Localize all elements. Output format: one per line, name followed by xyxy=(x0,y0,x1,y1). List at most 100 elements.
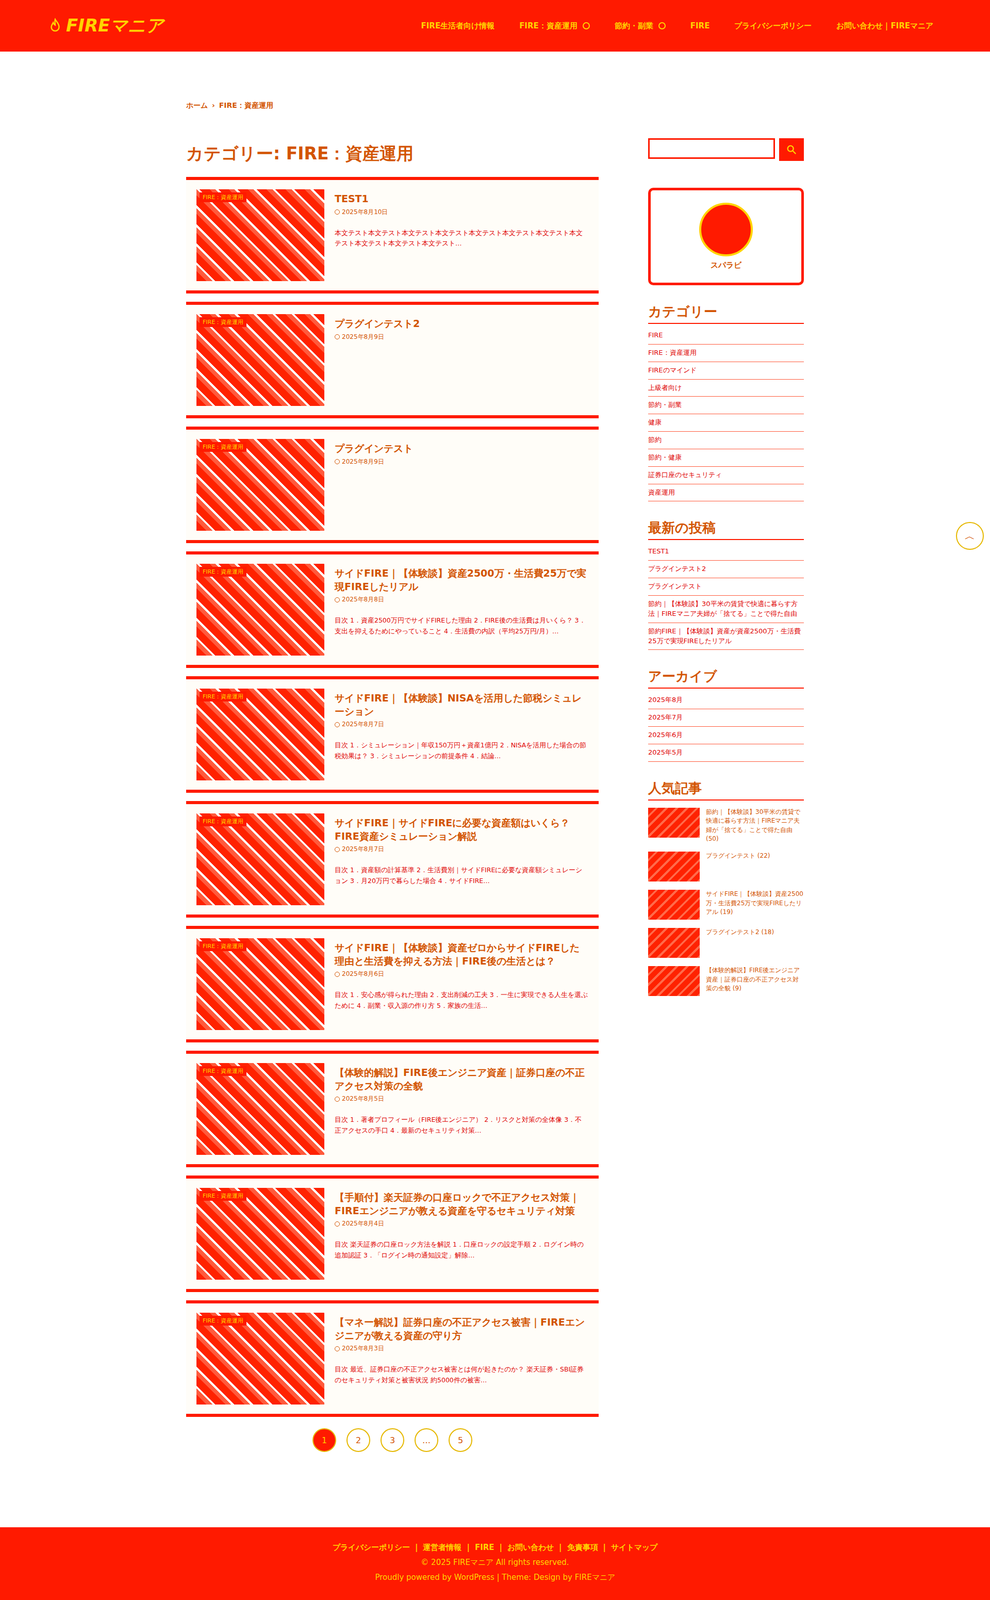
footer-link[interactable]: サイトマップ xyxy=(611,1542,658,1553)
post-thumbnail[interactable]: FIRE：資産運用 xyxy=(196,563,325,656)
page-link[interactable]: … xyxy=(414,1427,439,1452)
category-link[interactable]: 節約・健康 xyxy=(648,449,804,467)
main-nav: FIRE生活者向け情報 FIRE：資産運用 節約・副業 FIRE プライバシーポリシー お… xyxy=(421,21,934,31)
post-card[interactable]: FIRE：資産運用TEST12025年8月10日本文テスト本文テスト本文テスト本… xyxy=(186,176,599,294)
magnifier-icon xyxy=(785,143,798,156)
footer-link[interactable]: プライバシーポリシー xyxy=(332,1542,410,1553)
archive-link[interactable]: 2025年6月 xyxy=(648,726,804,745)
footer-link[interactable]: FIRE xyxy=(474,1542,495,1553)
post-card[interactable]: FIRE：資産運用 【体験的解説】FIRE後エンジニア資産｜証券口座の不正アクセス… xyxy=(186,1050,599,1167)
content: ホーム›FIRE：資産運用カテゴリー: FIRE：資産運用FIRE：資産運用TE… xyxy=(186,51,804,1527)
recent-post-link[interactable]: プラグインテスト xyxy=(648,578,804,596)
page-link[interactable]: 5 xyxy=(448,1427,473,1452)
nav-item[interactable]: プライバシーポリシー xyxy=(734,21,812,31)
category-link[interactable]: 節約 xyxy=(648,431,804,450)
post-thumbnail[interactable]: FIRE：資産運用 xyxy=(196,813,325,905)
footer-link[interactable]: お問い合わせ xyxy=(507,1542,554,1553)
breadcrumb-item[interactable]: ホーム xyxy=(186,101,208,111)
popular-thumbnail xyxy=(648,965,700,996)
page: FIREマニアFIRE生活者向け情報FIRE：資産運用節約・副業FIREプライバ… xyxy=(0,0,990,1600)
post-title[interactable]: プラグインテスト2 xyxy=(334,317,589,331)
post-title[interactable]: プラグインテスト xyxy=(334,441,589,456)
category-link[interactable]: 節約・副業 xyxy=(648,396,804,415)
widget-title: カテゴリー xyxy=(648,302,804,324)
category-badge: FIRE：資産運用 xyxy=(199,1315,247,1326)
search-button[interactable] xyxy=(779,138,804,161)
recent-post-link[interactable]: TEST1 xyxy=(648,542,804,561)
popular-post[interactable]: プラグインテスト (22) xyxy=(648,847,804,886)
popular-post[interactable]: プラグインテスト2 (18) xyxy=(648,923,804,962)
post-thumbnail[interactable]: FIRE：資産運用 xyxy=(196,314,325,406)
recent-post-link[interactable]: プラグインテスト2 xyxy=(648,560,804,579)
category-link[interactable]: 資産運用 xyxy=(648,484,804,502)
nav-item[interactable]: FIRE：資産運用 xyxy=(519,21,590,31)
post-card[interactable]: FIRE：資産運用サイドFIRE｜【体験談】資産2500万・生活費25万で実現F… xyxy=(186,551,599,668)
clock-icon xyxy=(334,1221,340,1227)
post-card[interactable]: FIRE：資産運用プラグインテスト22025年8月9日 xyxy=(186,301,599,419)
page-link[interactable]: 2 xyxy=(346,1427,371,1452)
page-link[interactable]: 3 xyxy=(380,1427,405,1452)
nav-item[interactable]: FIRE生活者向け情報 xyxy=(421,21,495,31)
post-thumbnail[interactable]: FIRE：資産運用 xyxy=(196,438,325,531)
archive-link[interactable]: 2025年8月 xyxy=(648,691,804,709)
post-thumbnail[interactable]: FIRE：資産運用 xyxy=(196,937,325,1030)
post-excerpt: 目次 1．シミュレーション｜年収150万円＋資産1億円 2．NISAを活用した場… xyxy=(334,739,589,762)
popular-post[interactable]: 節約｜【体験談】30平米の賃貸で快適に暮らす方法｜FIREマニア夫婦が「捨てる」… xyxy=(648,803,804,848)
post-thumbnail[interactable]: FIRE：資産運用 xyxy=(196,1062,325,1155)
footer-link[interactable]: 免責事項 xyxy=(567,1542,599,1553)
archive-link[interactable]: 2025年5月 xyxy=(648,744,804,762)
profile-card: スパラビ xyxy=(648,187,804,286)
popular-thumbnail xyxy=(648,807,700,838)
nav-item[interactable]: FIRE xyxy=(690,21,711,31)
post-thumbnail[interactable]: FIRE：資産運用 xyxy=(196,189,325,282)
post-excerpt: 目次 1．安心感が得られた理由 2．支出削減の工夫 3．一生に実現できる人生を選… xyxy=(334,989,589,1011)
recent-post-link[interactable]: 節約FIRE｜【体験談】資産が資産2500万・生活費25万で実現FIREしたリア… xyxy=(648,622,804,651)
search-input[interactable] xyxy=(648,138,775,159)
category-badge: FIRE：資産運用 xyxy=(199,1190,247,1201)
post-card[interactable]: FIRE：資産運用サイドFIRE｜【体験談】NISAを活用した節税シミュレーショ… xyxy=(186,675,599,793)
pagination: 123 … 5 xyxy=(186,1427,599,1452)
post-date: 2025年8月3日 xyxy=(334,1343,589,1353)
category-link[interactable]: FIRE xyxy=(648,326,804,345)
site-logo[interactable]: FIREマニア xyxy=(47,13,164,38)
post-thumbnail[interactable]: FIRE：資産運用 xyxy=(196,1187,325,1280)
recent-post-link[interactable]: 節約｜【体験談】30平米の賃貸で快適に暮らす方法｜FIREマニア夫婦が「捨てる」… xyxy=(648,595,804,623)
category-badge: FIRE：資産運用 xyxy=(199,441,247,452)
post-thumbnail[interactable]: FIRE：資産運用 xyxy=(196,1312,325,1405)
post-title[interactable]: サイドFIRE｜サイドFIREに必要な資産額はいくら？FIRE資産シミュレーショ… xyxy=(334,816,589,843)
category-badge: FIRE：資産運用 xyxy=(199,1065,247,1076)
post-card[interactable]: FIRE：資産運用サイドFIRE｜サイドFIREに必要な資産額はいくら？FIRE… xyxy=(186,800,599,918)
post-thumbnail[interactable]: FIRE：資産運用 xyxy=(196,688,325,781)
clock-icon xyxy=(334,1345,340,1351)
post-card[interactable]: FIRE：資産運用 【マネー解説】証券口座の不正アクセス被害｜FIREエンジニアが… xyxy=(186,1299,599,1417)
post-title[interactable]: サイドFIRE｜【体験談】NISAを活用した節税シミュレーション xyxy=(334,691,589,718)
category-link[interactable]: FIRE：資産運用 xyxy=(648,344,804,362)
popular-posts-widget: 人気記事節約｜【体験談】30平米の賃貸で快適に暮らす方法｜FIREマニア夫婦が「… xyxy=(648,779,804,1001)
nav-item[interactable]: 節約・副業 xyxy=(614,21,666,31)
popular-post[interactable]: 【体験的解説】FIRE後エンジニア資産｜証券口座の不正アクセス対策の全貌 (9) xyxy=(648,961,804,1000)
footer-link[interactable]: 運営者情報 xyxy=(422,1542,462,1553)
post-card[interactable]: FIRE：資産運用 【手順付】楽天証券の口座ロックで不正アクセス対策｜FIREエン… xyxy=(186,1175,599,1292)
post-card[interactable]: FIRE：資産運用プラグインテスト2025年8月9日 xyxy=(186,426,599,543)
category-link[interactable]: 上級者向け xyxy=(648,379,804,398)
page-link[interactable]: 1 xyxy=(312,1427,337,1452)
back-to-top-button[interactable]: ︿ xyxy=(955,521,984,550)
post-date: 2025年8月5日 xyxy=(334,1094,589,1103)
post-card[interactable]: FIRE：資産運用サイドFIRE｜【体験談】資産ゼロからサイドFIREした理由と… xyxy=(186,925,599,1043)
popular-post[interactable]: サイドFIRE｜【体験談】資産2500万・生活費25万で実現FIREしたリアル … xyxy=(648,885,804,924)
chevron-down-icon xyxy=(658,22,666,30)
post-title[interactable]: サイドFIRE｜【体験談】資産2500万・生活費25万で実現FIREしたリアル xyxy=(334,566,589,593)
category-link[interactable]: FIREのマインド xyxy=(648,361,804,380)
category-link[interactable]: 健康 xyxy=(648,414,804,432)
post-title[interactable]: サイドFIRE｜【体験談】資産ゼロからサイドFIREした理由と生活費を抑える方法… xyxy=(334,941,589,968)
post-title[interactable]: TEST1 xyxy=(334,192,589,206)
category-link[interactable]: 証券口座のセキュリティ xyxy=(648,466,804,485)
post-excerpt: 目次 1．資産2500万円でサイドFIREした理由 2．FIRE後の生活費は月い… xyxy=(334,615,589,637)
clock-icon xyxy=(334,721,340,728)
post-title[interactable]: 【手順付】楽天証券の口座ロックで不正アクセス対策｜FIREエンジニアが教える資産… xyxy=(334,1190,589,1217)
clock-icon xyxy=(334,597,340,603)
nav-item[interactable]: お問い合わせ｜FIREマニア xyxy=(836,21,934,31)
post-title[interactable]: 【体験的解説】FIRE後エンジニア資産｜証券口座の不正アクセス対策の全貌 xyxy=(334,1065,589,1093)
archive-link[interactable]: 2025年7月 xyxy=(648,708,804,727)
post-title[interactable]: 【マネー解説】証券口座の不正アクセス被害｜FIREエンジニアが教える資産の守り方 xyxy=(334,1315,589,1342)
